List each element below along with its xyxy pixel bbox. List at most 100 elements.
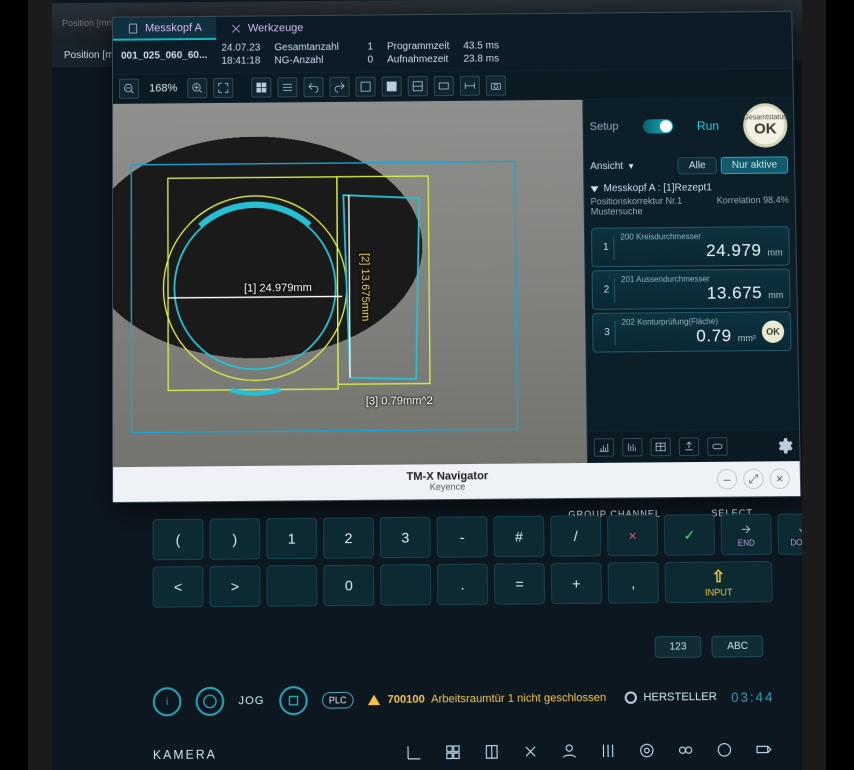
key-/[interactable]: /	[550, 515, 601, 557]
zoom-in-icon	[191, 82, 203, 94]
tab-werkzeuge[interactable]: Werkzeuge	[216, 16, 318, 40]
tab-messkopf-a[interactable]: Messkopf A	[113, 17, 216, 41]
book-icon	[482, 742, 501, 761]
group-title: Messkopf A : [1]Rezept1	[603, 182, 712, 194]
measurement-value: 13.675	[707, 283, 763, 304]
bars-icon	[626, 441, 638, 453]
ng-label: NG-Anzahl	[274, 54, 339, 67]
key-#[interactable]: #	[493, 516, 544, 558]
key->[interactable]: >	[210, 566, 261, 608]
mode-abc-button[interactable]: ABC	[712, 635, 764, 657]
grid-button[interactable]	[251, 77, 271, 97]
measurement-viewport[interactable]: [1] 24.979mm [2] 13.675mm [3] 0.79mm^2	[113, 100, 587, 467]
key-.[interactable]: .	[437, 564, 488, 606]
measurement-card-2[interactable]: 2201 Aussendurchmesser13.675mm	[592, 269, 791, 310]
run-toggle[interactable]	[643, 119, 673, 133]
overlay2-button[interactable]	[382, 76, 402, 96]
measurement-card-1[interactable]: 1200 Kreisdurchmesser24.979mm	[591, 226, 790, 267]
alarm-code: 700100	[387, 693, 425, 706]
toggle-icon	[711, 440, 723, 452]
gear-icon[interactable]	[775, 437, 794, 456]
alarm-message[interactable]: 700100 Arbeitsraumtür 1 nicht geschlosse…	[368, 692, 606, 707]
overlay3-button[interactable]	[408, 76, 428, 96]
fit-button[interactable]	[213, 78, 233, 98]
chip-all[interactable]: Alle	[678, 157, 717, 174]
list-button[interactable]	[277, 77, 297, 97]
btool-9[interactable]	[712, 737, 737, 762]
key-1[interactable]: 1	[266, 518, 317, 560]
btool-10[interactable]	[751, 737, 776, 762]
plc-chip: PLC	[322, 692, 354, 709]
key-+[interactable]: +	[551, 562, 602, 604]
axes-icon	[405, 743, 424, 762]
btool-7[interactable]	[634, 738, 659, 763]
jog-label: JOG	[238, 695, 264, 708]
total-label: Gesamtanzahl	[274, 42, 339, 55]
status-big: OK	[754, 121, 777, 136]
chip-active-only[interactable]: Nur aktive	[721, 156, 789, 174]
vendor-status-icon	[625, 691, 637, 704]
key-input[interactable]: ⇧INPUT	[664, 561, 772, 603]
export-button[interactable]	[679, 437, 700, 456]
measurement-unit: mm²	[738, 333, 756, 343]
tab-label-tools: Werkzeuge	[248, 22, 304, 34]
maximize-button[interactable]: ⤢	[743, 469, 764, 490]
dims-button[interactable]	[460, 76, 480, 96]
corr-caption: Korrelation	[717, 195, 761, 205]
chart-button[interactable]	[594, 438, 614, 457]
mode-123-button[interactable]: 123	[654, 636, 702, 658]
btool-5[interactable]	[557, 739, 582, 764]
prog-label: Programmzeit	[387, 41, 449, 54]
key-0[interactable]: 0	[323, 565, 374, 607]
overlay4-button[interactable]	[434, 76, 454, 96]
table-button[interactable]	[650, 438, 671, 457]
key-blank[interactable]	[380, 564, 431, 606]
key--[interactable]: -	[437, 516, 488, 558]
overlay1-button[interactable]	[356, 77, 376, 97]
list-icon	[282, 81, 294, 93]
measurement-unit: mm	[768, 290, 783, 300]
close-button[interactable]: ×	[769, 468, 790, 489]
measurement-caption: 201 Aussendurchmesser	[621, 274, 710, 284]
key-)[interactable]: )	[209, 518, 260, 560]
side-toolstrip	[588, 429, 800, 463]
key-([interactable]: (	[153, 519, 204, 561]
program-icon[interactable]	[279, 686, 308, 715]
key-2[interactable]: 2	[323, 517, 374, 559]
key-cancel[interactable]: ×	[607, 515, 658, 557]
info-icon[interactable]: i	[153, 687, 182, 716]
toggle-overlay-button[interactable]	[707, 437, 728, 456]
zoom-out-button[interactable]	[119, 79, 139, 99]
key-=[interactable]: =	[494, 563, 545, 605]
overlay-svg	[113, 138, 545, 446]
key-,[interactable]: ,	[608, 562, 659, 604]
total-value: 1	[353, 41, 373, 54]
undo-icon	[308, 81, 320, 93]
btool-2[interactable]	[441, 740, 466, 765]
jog-mode-icon[interactable]	[196, 687, 225, 716]
chevron-down-icon[interactable]: ▼	[627, 162, 635, 171]
file-name: 001_025_060_60...	[121, 50, 207, 62]
key-blank[interactable]	[266, 565, 317, 607]
key-<[interactable]: <	[153, 566, 204, 608]
table-icon	[655, 441, 667, 453]
undo-button[interactable]	[304, 77, 324, 97]
bars-button[interactable]	[622, 438, 643, 457]
minimize-button[interactable]: –	[717, 469, 738, 490]
key-down[interactable]: DOWN	[777, 513, 826, 555]
btool-3[interactable]	[479, 739, 504, 764]
measurement-value: 0.79	[696, 326, 732, 347]
btool-8[interactable]	[673, 738, 698, 763]
key-3[interactable]: 3	[380, 517, 431, 559]
key-end[interactable]: END	[721, 514, 772, 556]
measurement-card-3[interactable]: 3202 Konturprüfung(Fläche)0.79mm²OK	[592, 311, 791, 352]
btool-6[interactable]	[596, 738, 621, 763]
capture-button[interactable]	[486, 75, 506, 95]
btool-4[interactable]	[518, 739, 543, 764]
btool-1[interactable]	[402, 740, 427, 765]
bg-position-label: Position [mm]	[62, 18, 117, 28]
zoom-in-button[interactable]	[187, 78, 207, 98]
measurement-index: 1	[598, 235, 614, 259]
redo-button[interactable]	[330, 77, 350, 97]
key-confirm[interactable]: ✓	[664, 514, 715, 556]
